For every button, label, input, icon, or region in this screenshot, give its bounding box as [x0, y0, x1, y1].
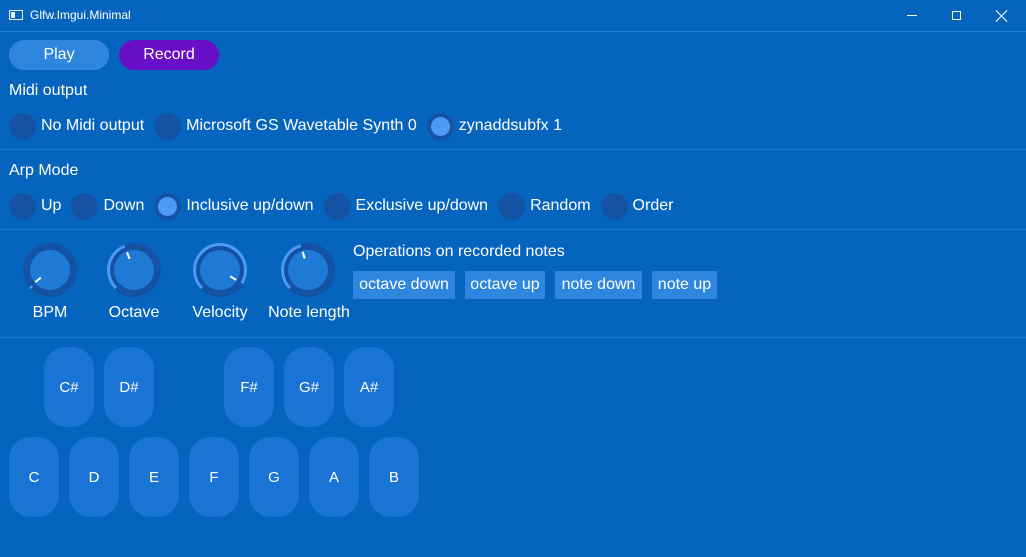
radio-circle-selected[interactable]	[426, 112, 454, 140]
key-a[interactable]: A	[309, 437, 359, 517]
knob-value-arc	[29, 285, 34, 290]
velocity-label: Velocity	[192, 304, 248, 321]
arp-option-up[interactable]: Up	[9, 192, 62, 220]
octave-up-button[interactable]: octave up	[465, 271, 545, 299]
midi-output-radio-group: No Midi output Microsoft GS Wavetable Sy…	[9, 112, 572, 140]
play-button[interactable]: Play	[9, 40, 109, 70]
radio-label: No Midi output	[41, 117, 145, 134]
midi-option-none[interactable]: No Midi output	[9, 112, 145, 140]
arp-option-down[interactable]: Down	[71, 192, 145, 220]
close-icon	[996, 10, 1008, 22]
radio-circle[interactable]	[323, 192, 351, 220]
app-icon	[9, 10, 23, 20]
maximize-icon	[951, 11, 961, 20]
radio-label: Random	[530, 197, 591, 214]
key-c[interactable]: C	[9, 437, 59, 517]
midi-option-gs-wavetable[interactable]: Microsoft GS Wavetable Synth 0	[154, 112, 417, 140]
note-up-button[interactable]: note up	[652, 271, 717, 299]
close-button[interactable]	[979, 0, 1025, 31]
velocity-knob[interactable]	[190, 240, 250, 300]
arp-option-exclusive[interactable]: Exclusive up/down	[323, 192, 489, 220]
arp-mode-radio-group: Up Down Inclusive up/down Exclusive up/d…	[9, 192, 683, 220]
key-b[interactable]: B	[369, 437, 419, 517]
key-e[interactable]: E	[129, 437, 179, 517]
radio-circle[interactable]	[154, 112, 182, 140]
maximize-button[interactable]	[933, 0, 979, 31]
radio-label: Order	[632, 197, 674, 214]
octave-label: Octave	[108, 304, 160, 321]
key-c-sharp[interactable]: C#	[44, 347, 94, 427]
radio-circle[interactable]	[600, 192, 628, 220]
separator	[0, 337, 1026, 338]
separator	[0, 229, 1026, 230]
note-length-label: Note length	[268, 304, 350, 321]
midi-option-zynaddsubfx[interactable]: zynaddsubfx 1	[426, 112, 562, 140]
knob-dial	[114, 250, 154, 290]
arp-option-random[interactable]: Random	[498, 192, 591, 220]
arp-option-inclusive[interactable]: Inclusive up/down	[154, 192, 314, 220]
knob-dial	[30, 250, 70, 290]
radio-circle[interactable]	[9, 112, 36, 140]
arp-option-order[interactable]: Order	[600, 192, 674, 220]
window-title: Glfw.Imgui.Minimal	[30, 8, 131, 22]
key-f-sharp[interactable]: F#	[224, 347, 274, 427]
minimize-icon	[907, 15, 917, 16]
knob-dial	[288, 250, 328, 290]
separator	[0, 149, 1026, 150]
key-f[interactable]: F	[189, 437, 239, 517]
radio-label: Inclusive up/down	[186, 197, 314, 214]
radio-circle-selected[interactable]	[154, 192, 182, 220]
key-d-sharp[interactable]: D#	[104, 347, 154, 427]
radio-label: Up	[41, 197, 62, 214]
knob-dial	[200, 250, 240, 290]
radio-circle[interactable]	[71, 192, 99, 220]
key-d[interactable]: D	[69, 437, 119, 517]
arp-mode-label: Arp Mode	[9, 162, 79, 179]
octave-knob[interactable]	[104, 240, 164, 300]
key-g[interactable]: G	[249, 437, 299, 517]
note-down-button[interactable]: note down	[555, 271, 642, 299]
bpm-knob[interactable]	[20, 240, 80, 300]
radio-label: zynaddsubfx 1	[458, 117, 562, 134]
octave-down-button[interactable]: octave down	[353, 271, 455, 299]
radio-label: Exclusive up/down	[355, 197, 489, 214]
note-length-knob[interactable]	[278, 240, 338, 300]
title-bar: Glfw.Imgui.Minimal	[0, 0, 1026, 32]
radio-label: Microsoft GS Wavetable Synth 0	[186, 117, 417, 134]
operations-title: Operations on recorded notes	[353, 243, 565, 260]
midi-output-label: Midi output	[9, 82, 88, 99]
key-g-sharp[interactable]: G#	[284, 347, 334, 427]
radio-label: Down	[103, 197, 145, 214]
key-a-sharp[interactable]: A#	[344, 347, 394, 427]
radio-circle[interactable]	[498, 192, 526, 220]
record-button[interactable]: Record	[119, 40, 219, 70]
minimize-button[interactable]	[889, 0, 935, 31]
radio-circle[interactable]	[9, 192, 36, 220]
